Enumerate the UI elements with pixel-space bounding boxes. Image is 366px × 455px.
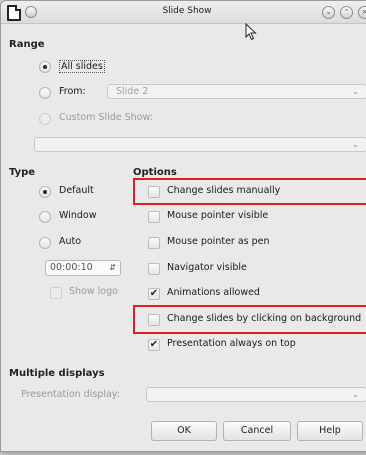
window-title: Slide Show bbox=[162, 6, 212, 16]
window-label: Window bbox=[59, 210, 97, 221]
show-logo-checkbox[interactable] bbox=[50, 287, 62, 299]
change-slides-manually-label: Change slides manually bbox=[167, 185, 281, 196]
auto-time-spinner[interactable]: 00:00:10 ⇵ bbox=[45, 260, 121, 276]
show-logo-label: Show logo bbox=[69, 286, 118, 297]
always-on-top-checkbox[interactable]: ✔ bbox=[148, 339, 160, 351]
mouse-pointer-pen-checkbox[interactable] bbox=[148, 237, 160, 249]
spin-arrows-icon[interactable]: ⇵ bbox=[109, 261, 116, 275]
options-heading: Options bbox=[133, 167, 177, 178]
custom-slide-show-label: Custom Slide Show: bbox=[59, 112, 153, 123]
change-slides-background-label: Change slides by clicking on background bbox=[167, 313, 362, 324]
range-heading: Range bbox=[9, 39, 45, 50]
all-slides-radio[interactable] bbox=[39, 61, 51, 73]
close-icon[interactable]: × bbox=[358, 6, 366, 19]
animations-allowed-checkbox[interactable]: ✔ bbox=[148, 288, 160, 300]
from-label: From: bbox=[59, 86, 86, 97]
change-slides-manually-checkbox[interactable] bbox=[148, 186, 160, 198]
maximize-icon[interactable]: ⌃ bbox=[340, 6, 353, 19]
chevron-down-icon: ⌄ bbox=[352, 390, 359, 399]
title-bar[interactable]: Slide Show ⌄ ⌃ × bbox=[1, 1, 366, 24]
navigator-visible-checkbox[interactable] bbox=[148, 263, 160, 275]
default-label: Default bbox=[59, 185, 94, 196]
navigator-visible-label: Navigator visible bbox=[167, 262, 247, 273]
change-slides-background-checkbox[interactable] bbox=[148, 314, 160, 326]
presentation-display-label: Presentation display: bbox=[21, 389, 120, 400]
minimize-icon[interactable]: ⌄ bbox=[322, 6, 335, 19]
auto-label: Auto bbox=[59, 236, 82, 247]
multiple-displays-heading: Multiple displays bbox=[9, 368, 105, 379]
window-radio[interactable] bbox=[39, 211, 51, 223]
mouse-pointer-visible-checkbox[interactable] bbox=[148, 211, 160, 223]
from-radio[interactable] bbox=[39, 87, 51, 99]
from-slide-combo[interactable]: Slide 2 ⌄ bbox=[107, 84, 366, 99]
chevron-down-icon: ⌄ bbox=[352, 87, 359, 96]
cancel-button[interactable]: Cancel bbox=[223, 421, 291, 441]
custom-slide-show-radio[interactable] bbox=[39, 113, 51, 125]
custom-slide-show-combo[interactable]: ⌄ bbox=[34, 137, 366, 152]
mouse-pointer-visible-label: Mouse pointer visible bbox=[167, 210, 269, 221]
slide-show-dialog: Slide Show ⌄ ⌃ × Range All slides From: … bbox=[0, 0, 366, 452]
help-button[interactable]: Help bbox=[297, 421, 363, 441]
type-heading: Type bbox=[9, 167, 36, 178]
all-slides-label[interactable]: All slides bbox=[59, 60, 105, 73]
auto-radio[interactable] bbox=[39, 237, 51, 249]
presentation-display-combo[interactable]: ⌄ bbox=[146, 387, 366, 402]
default-radio[interactable] bbox=[39, 186, 51, 198]
chevron-down-icon: ⌄ bbox=[352, 140, 359, 149]
mouse-cursor-icon bbox=[245, 23, 257, 41]
ok-button[interactable]: OK bbox=[151, 421, 217, 441]
mouse-pointer-pen-label: Mouse pointer as pen bbox=[167, 236, 270, 247]
animations-allowed-label: Animations allowed bbox=[167, 287, 260, 298]
always-on-top-label: Presentation always on top bbox=[167, 338, 296, 349]
